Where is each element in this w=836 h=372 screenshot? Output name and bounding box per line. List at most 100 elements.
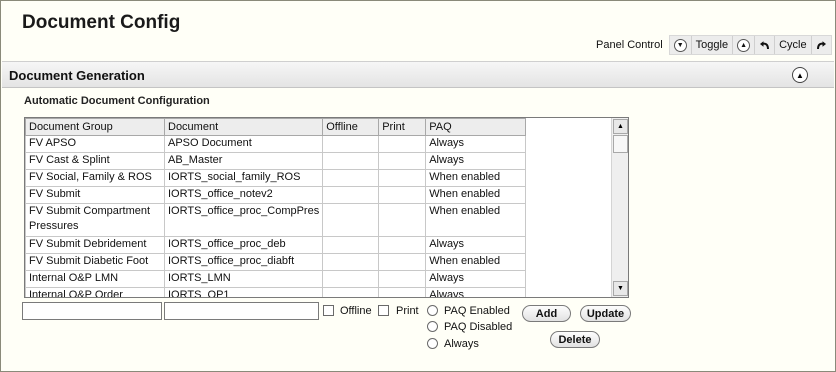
column-header-offline[interactable]: Offline [322, 118, 380, 136]
cell-print [378, 169, 427, 187]
section-collapse-button[interactable]: ▲ [792, 67, 808, 83]
table-row[interactable]: Internal O&P Order IORTS_OP1 Always [25, 287, 527, 297]
scroll-down-button[interactable]: ▼ [613, 281, 628, 296]
table-vertical-scrollbar[interactable]: ▲ ▼ [611, 118, 628, 297]
delete-button[interactable]: Delete [550, 331, 600, 348]
cell-print [378, 270, 427, 288]
panel-control: Panel Control ▼ Toggle ▲ Cycle [596, 35, 832, 55]
cell-document: APSO Document [163, 135, 324, 153]
document-table: Document Group Document Offline Print PA… [25, 118, 527, 297]
table-row[interactable]: FV Submit IORTS_office_notev2 When enabl… [25, 186, 527, 204]
document-input[interactable] [164, 302, 319, 320]
scroll-up-button[interactable]: ▲ [613, 119, 628, 134]
triangle-down-icon: ▼ [617, 285, 624, 292]
cell-print [378, 236, 427, 254]
update-button[interactable]: Update [580, 305, 631, 322]
cell-document: IORTS_office_proc_deb [163, 236, 324, 254]
offline-checkbox[interactable] [323, 305, 334, 316]
cell-group: FV Cast & Splint [25, 152, 165, 170]
cell-offline [322, 253, 380, 271]
offline-checkbox-label: Offline [340, 305, 372, 317]
cell-group: FV APSO [25, 135, 165, 153]
cycle-back-button[interactable] [755, 36, 776, 54]
cell-group: Internal O&P Order [25, 287, 165, 297]
cell-paq: When enabled [425, 203, 527, 237]
table-row[interactable]: FV Submit Diabetic Foot IORTS_office_pro… [25, 253, 527, 271]
redo-arrow-icon [816, 40, 826, 49]
chevron-up-icon: ▲ [796, 70, 804, 80]
cell-document: IORTS_office_notev2 [163, 186, 324, 204]
collapse-all-button[interactable]: ▲ [733, 36, 756, 54]
undo-arrow-icon [760, 40, 770, 49]
print-checkbox[interactable] [378, 305, 389, 316]
page-title: Document Config [22, 12, 181, 33]
column-header-print[interactable]: Print [378, 118, 427, 136]
cell-offline [322, 186, 380, 204]
scrollbar-thumb[interactable] [613, 135, 628, 153]
paq-enabled-label: PAQ Enabled [444, 305, 510, 317]
cell-document: AB_Master [163, 152, 324, 170]
paq-enabled-radio[interactable] [427, 305, 438, 316]
paq-disabled-radio[interactable] [427, 321, 438, 332]
cell-offline [322, 169, 380, 187]
cell-offline [322, 152, 380, 170]
cell-paq: Always [425, 152, 527, 170]
add-button[interactable]: Add [522, 305, 571, 322]
table-blank-area [524, 118, 612, 297]
document-group-input[interactable] [22, 302, 162, 320]
cell-print [378, 203, 427, 237]
document-config-panel: Document Config Panel Control ▼ Toggle ▲… [0, 0, 836, 372]
cell-group: FV Social, Family & ROS [25, 169, 165, 187]
column-header-document[interactable]: Document [163, 118, 324, 136]
cell-offline [322, 135, 380, 153]
cell-paq: When enabled [425, 253, 527, 271]
table-row[interactable]: FV Submit Debridement IORTS_office_proc_… [25, 236, 527, 254]
paq-always-label: Always [444, 338, 479, 350]
column-header-document-group[interactable]: Document Group [25, 118, 165, 136]
table-row[interactable]: FV Cast & Splint AB_Master Always [25, 152, 527, 170]
section-header: Document Generation ▲ [2, 61, 834, 88]
column-header-paq[interactable]: PAQ [425, 118, 527, 136]
cell-offline [322, 270, 380, 288]
cell-document: IORTS_OP1 [163, 287, 324, 297]
toggle-button[interactable]: Toggle [692, 36, 734, 54]
chevron-up-icon: ▲ [737, 38, 751, 52]
table-row[interactable]: FV Submit Compartment Pressures IORTS_of… [25, 203, 527, 237]
cell-paq: Always [425, 287, 527, 297]
paq-always-radio[interactable] [427, 338, 438, 349]
chevron-down-icon: ▼ [673, 38, 687, 52]
cell-print [378, 253, 427, 271]
cell-document: IORTS_office_proc_diabft [163, 253, 324, 271]
table-header-row: Document Group Document Offline Print PA… [25, 118, 527, 136]
cell-document: IORTS_social_family_ROS [163, 169, 324, 187]
cell-print [378, 186, 427, 204]
cell-print [378, 152, 427, 170]
cell-document: IORTS_LMN [163, 270, 324, 288]
cell-group: FV Submit Compartment Pressures [25, 203, 165, 237]
cell-paq: Always [425, 135, 527, 153]
table-row[interactable]: Internal O&P LMN IORTS_LMN Always [25, 270, 527, 288]
cell-group: FV Submit [25, 186, 165, 204]
triangle-up-icon: ▲ [617, 123, 624, 130]
cell-print [378, 135, 427, 153]
paq-disabled-label: PAQ Disabled [444, 321, 513, 333]
cell-offline [322, 203, 380, 237]
cycle-button[interactable]: Cycle [775, 36, 812, 54]
cell-offline [322, 236, 380, 254]
panel-control-toolbar: ▼ Toggle ▲ Cycle [668, 35, 832, 55]
cycle-forward-button[interactable] [812, 36, 831, 54]
section-title: Document Generation [9, 68, 145, 83]
cell-group: FV Submit Diabetic Foot [25, 253, 165, 271]
cell-paq: When enabled [425, 186, 527, 204]
cell-paq: Always [425, 270, 527, 288]
cell-paq: Always [425, 236, 527, 254]
document-table-container: Document Group Document Offline Print PA… [24, 117, 629, 298]
cell-offline [322, 287, 380, 297]
panel-control-label: Panel Control [596, 39, 663, 51]
expand-all-button[interactable]: ▼ [670, 36, 692, 54]
table-row[interactable]: FV APSO APSO Document Always [25, 135, 527, 153]
table-row[interactable]: FV Social, Family & ROS IORTS_social_fam… [25, 169, 527, 187]
print-checkbox-label: Print [396, 305, 419, 317]
cell-document: IORTS_office_proc_CompPres [163, 203, 324, 237]
cell-group: Internal O&P LMN [25, 270, 165, 288]
